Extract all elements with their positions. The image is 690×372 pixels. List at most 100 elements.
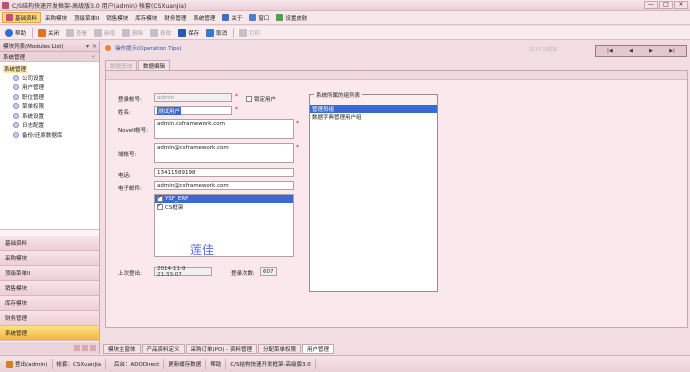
close-icon bbox=[38, 28, 47, 37]
menu-about[interactable]: 关于 bbox=[219, 12, 245, 23]
edit-form: 登录帐号: admin * 锁定用户 姓名: 测试用户 * Novell帐号: … bbox=[105, 70, 688, 328]
status-help[interactable]: 帮助 bbox=[206, 359, 227, 369]
tree-item-backup[interactable]: 备份/还原数据库 bbox=[0, 130, 99, 140]
overflow-icon[interactable] bbox=[82, 345, 88, 351]
doc-tab-product[interactable]: 产品资料定义 bbox=[141, 343, 185, 354]
overflow-icon[interactable] bbox=[74, 345, 80, 351]
add-button[interactable]: 新增 bbox=[91, 27, 118, 39]
nav-purchase[interactable]: 采购模块 bbox=[0, 251, 99, 266]
view-icon bbox=[66, 28, 75, 37]
list-item[interactable]: YSF_ERP bbox=[155, 194, 293, 203]
node-icon bbox=[13, 74, 19, 81]
panel-close-icon[interactable]: × bbox=[92, 43, 97, 50]
close-window-button[interactable]: × bbox=[674, 1, 688, 9]
app-icon bbox=[2, 1, 9, 9]
delete-button[interactable]: 删除 bbox=[119, 27, 146, 39]
lock-user-checkbox[interactable]: 锁定用户 bbox=[246, 95, 276, 103]
help-button[interactable]: 帮助 bbox=[2, 27, 29, 39]
status-backend: 后台：ADODirect bbox=[110, 359, 165, 369]
name-field[interactable]: 测试用户 bbox=[154, 106, 232, 115]
print-button[interactable]: 打印 bbox=[236, 27, 263, 39]
required-mark: * bbox=[296, 144, 299, 151]
doc-tab-po[interactable]: 采购订单(PO) - 资料管理 bbox=[185, 343, 257, 354]
last-logout-field: 2014-11-9 21:33:07 bbox=[154, 266, 212, 278]
nav-inventory[interactable]: 库存模块 bbox=[0, 296, 99, 311]
prev-record-icon[interactable]: ◀ bbox=[629, 48, 633, 54]
delete-icon bbox=[122, 28, 131, 37]
cancel-button[interactable]: 取消 bbox=[203, 27, 230, 39]
close-button[interactable]: 关闭 bbox=[35, 27, 62, 39]
login-count-label: 登录次数: bbox=[231, 271, 255, 277]
tips-icon bbox=[105, 45, 111, 51]
status-refresh-cache[interactable]: 更新缓存数据 bbox=[164, 359, 207, 369]
lock-user-check[interactable] bbox=[246, 96, 252, 102]
domain-label: 域帐号: bbox=[118, 152, 137, 158]
menu-finance[interactable]: 财务管理 bbox=[161, 12, 189, 23]
about-link[interactable]: 关于C/S框架 bbox=[529, 46, 557, 53]
first-record-icon[interactable]: |◀ bbox=[607, 48, 613, 54]
name-label: 姓名: bbox=[118, 110, 131, 116]
domain-field[interactable]: admin@csframework.com bbox=[154, 143, 294, 163]
tree-item-menu-rights[interactable]: 菜单权限 bbox=[0, 102, 99, 112]
maximize-button[interactable]: □ bbox=[659, 1, 673, 9]
tree-item-users[interactable]: 用户管理 bbox=[0, 83, 99, 93]
tab-data-query[interactable]: 数据查询 bbox=[105, 60, 138, 70]
login-count-field: 607 bbox=[260, 267, 277, 276]
tree-item-log[interactable]: 日志配置 bbox=[0, 121, 99, 131]
account-set-list[interactable]: YSF_ERP CS框架 bbox=[154, 194, 294, 257]
nav-basic-data[interactable]: 基础资料 bbox=[0, 236, 99, 251]
list-item[interactable]: 数据字典管理用户组 bbox=[310, 113, 437, 121]
last-record-icon[interactable]: ▶| bbox=[669, 48, 675, 54]
doc-tab-users[interactable]: 用户管理 bbox=[301, 343, 334, 354]
edit-button[interactable]: 修改 bbox=[147, 27, 174, 39]
tree-item-settings[interactable]: 系统设置 bbox=[0, 111, 99, 121]
account-field[interactable]: admin bbox=[154, 93, 232, 102]
tree-item-positions[interactable]: 职位管理 bbox=[0, 92, 99, 102]
edit-tabs: 数据查询 数据编辑 bbox=[105, 60, 171, 70]
overflow-icon[interactable] bbox=[90, 345, 96, 351]
nav-top-menu-2[interactable]: 顶级菜单II bbox=[0, 266, 99, 281]
account-check[interactable] bbox=[157, 202, 163, 210]
minimize-button[interactable]: — bbox=[644, 1, 658, 9]
menu-skin[interactable]: 设置皮肤 bbox=[273, 12, 310, 23]
menu-top-menu-2[interactable]: 顶级菜单II bbox=[71, 12, 102, 23]
menu-inventory[interactable]: 库存模块 bbox=[132, 12, 160, 23]
list-item[interactable]: CS框架 bbox=[155, 202, 293, 211]
menu-sales[interactable]: 销售模块 bbox=[103, 12, 131, 23]
status-user[interactable]: 登出(admin) bbox=[2, 359, 53, 369]
nav-finance[interactable]: 财务管理 bbox=[0, 311, 99, 326]
collapse-icon[interactable]: « bbox=[92, 54, 95, 60]
save-button[interactable]: 保存 bbox=[175, 27, 202, 39]
pin-icon[interactable]: ▾ bbox=[86, 43, 89, 50]
group-list-title: 系统所属的组列表 bbox=[314, 91, 363, 99]
node-icon bbox=[13, 112, 19, 119]
tree-item-company[interactable]: 公司设置 bbox=[0, 73, 99, 83]
toolbar-separator bbox=[233, 27, 235, 38]
nav-sales[interactable]: 销售模块 bbox=[0, 281, 99, 296]
menu-window[interactable]: 窗口 bbox=[246, 12, 272, 23]
document-tabs: 模块主窗体 产品资料定义 采购订单(PO) - 资料管理 分配菜单权限 用户管理 bbox=[101, 343, 690, 354]
doc-tab-main[interactable]: 模块主窗体 bbox=[103, 343, 141, 354]
operation-tips[interactable]: 操作提示(Operation Tips) bbox=[105, 44, 182, 52]
menu-purchase[interactable]: 采购模块 bbox=[42, 12, 70, 23]
last-logout-label: 上次登出: bbox=[118, 271, 142, 277]
status-product: C/S结构快速开发框架-高级版3.0 bbox=[226, 359, 316, 369]
next-record-icon[interactable]: ▶ bbox=[649, 48, 653, 54]
novell-field[interactable]: admin.csframework.com bbox=[154, 119, 294, 139]
view-button[interactable]: 查看 bbox=[63, 27, 90, 39]
tree-root[interactable]: 系统管理 bbox=[0, 64, 99, 73]
list-item[interactable]: 管理员组 bbox=[310, 105, 437, 113]
form-header-strip bbox=[106, 71, 687, 80]
menu-basic-data[interactable]: 基础资料 bbox=[2, 12, 42, 23]
doc-tab-menu-rights[interactable]: 分配菜单权限 bbox=[257, 343, 301, 354]
nav-system[interactable]: 系统管理 bbox=[0, 326, 99, 341]
modules-panel-header: 模块列表(Modules List) ▾ × bbox=[0, 41, 99, 52]
phone-field[interactable]: 13411589198 bbox=[154, 168, 294, 177]
print-icon bbox=[239, 28, 248, 37]
menu-system[interactable]: 系统管理 bbox=[190, 12, 218, 23]
email-field[interactable]: admin@csframework.com bbox=[154, 181, 294, 190]
group-list-box: 系统所属的组列表 管理员组 数据字典管理用户组 bbox=[309, 91, 438, 292]
tab-data-edit[interactable]: 数据编辑 bbox=[138, 60, 171, 70]
nav-overflow bbox=[0, 342, 99, 354]
group-list[interactable]: 管理员组 数据字典管理用户组 bbox=[310, 105, 437, 291]
